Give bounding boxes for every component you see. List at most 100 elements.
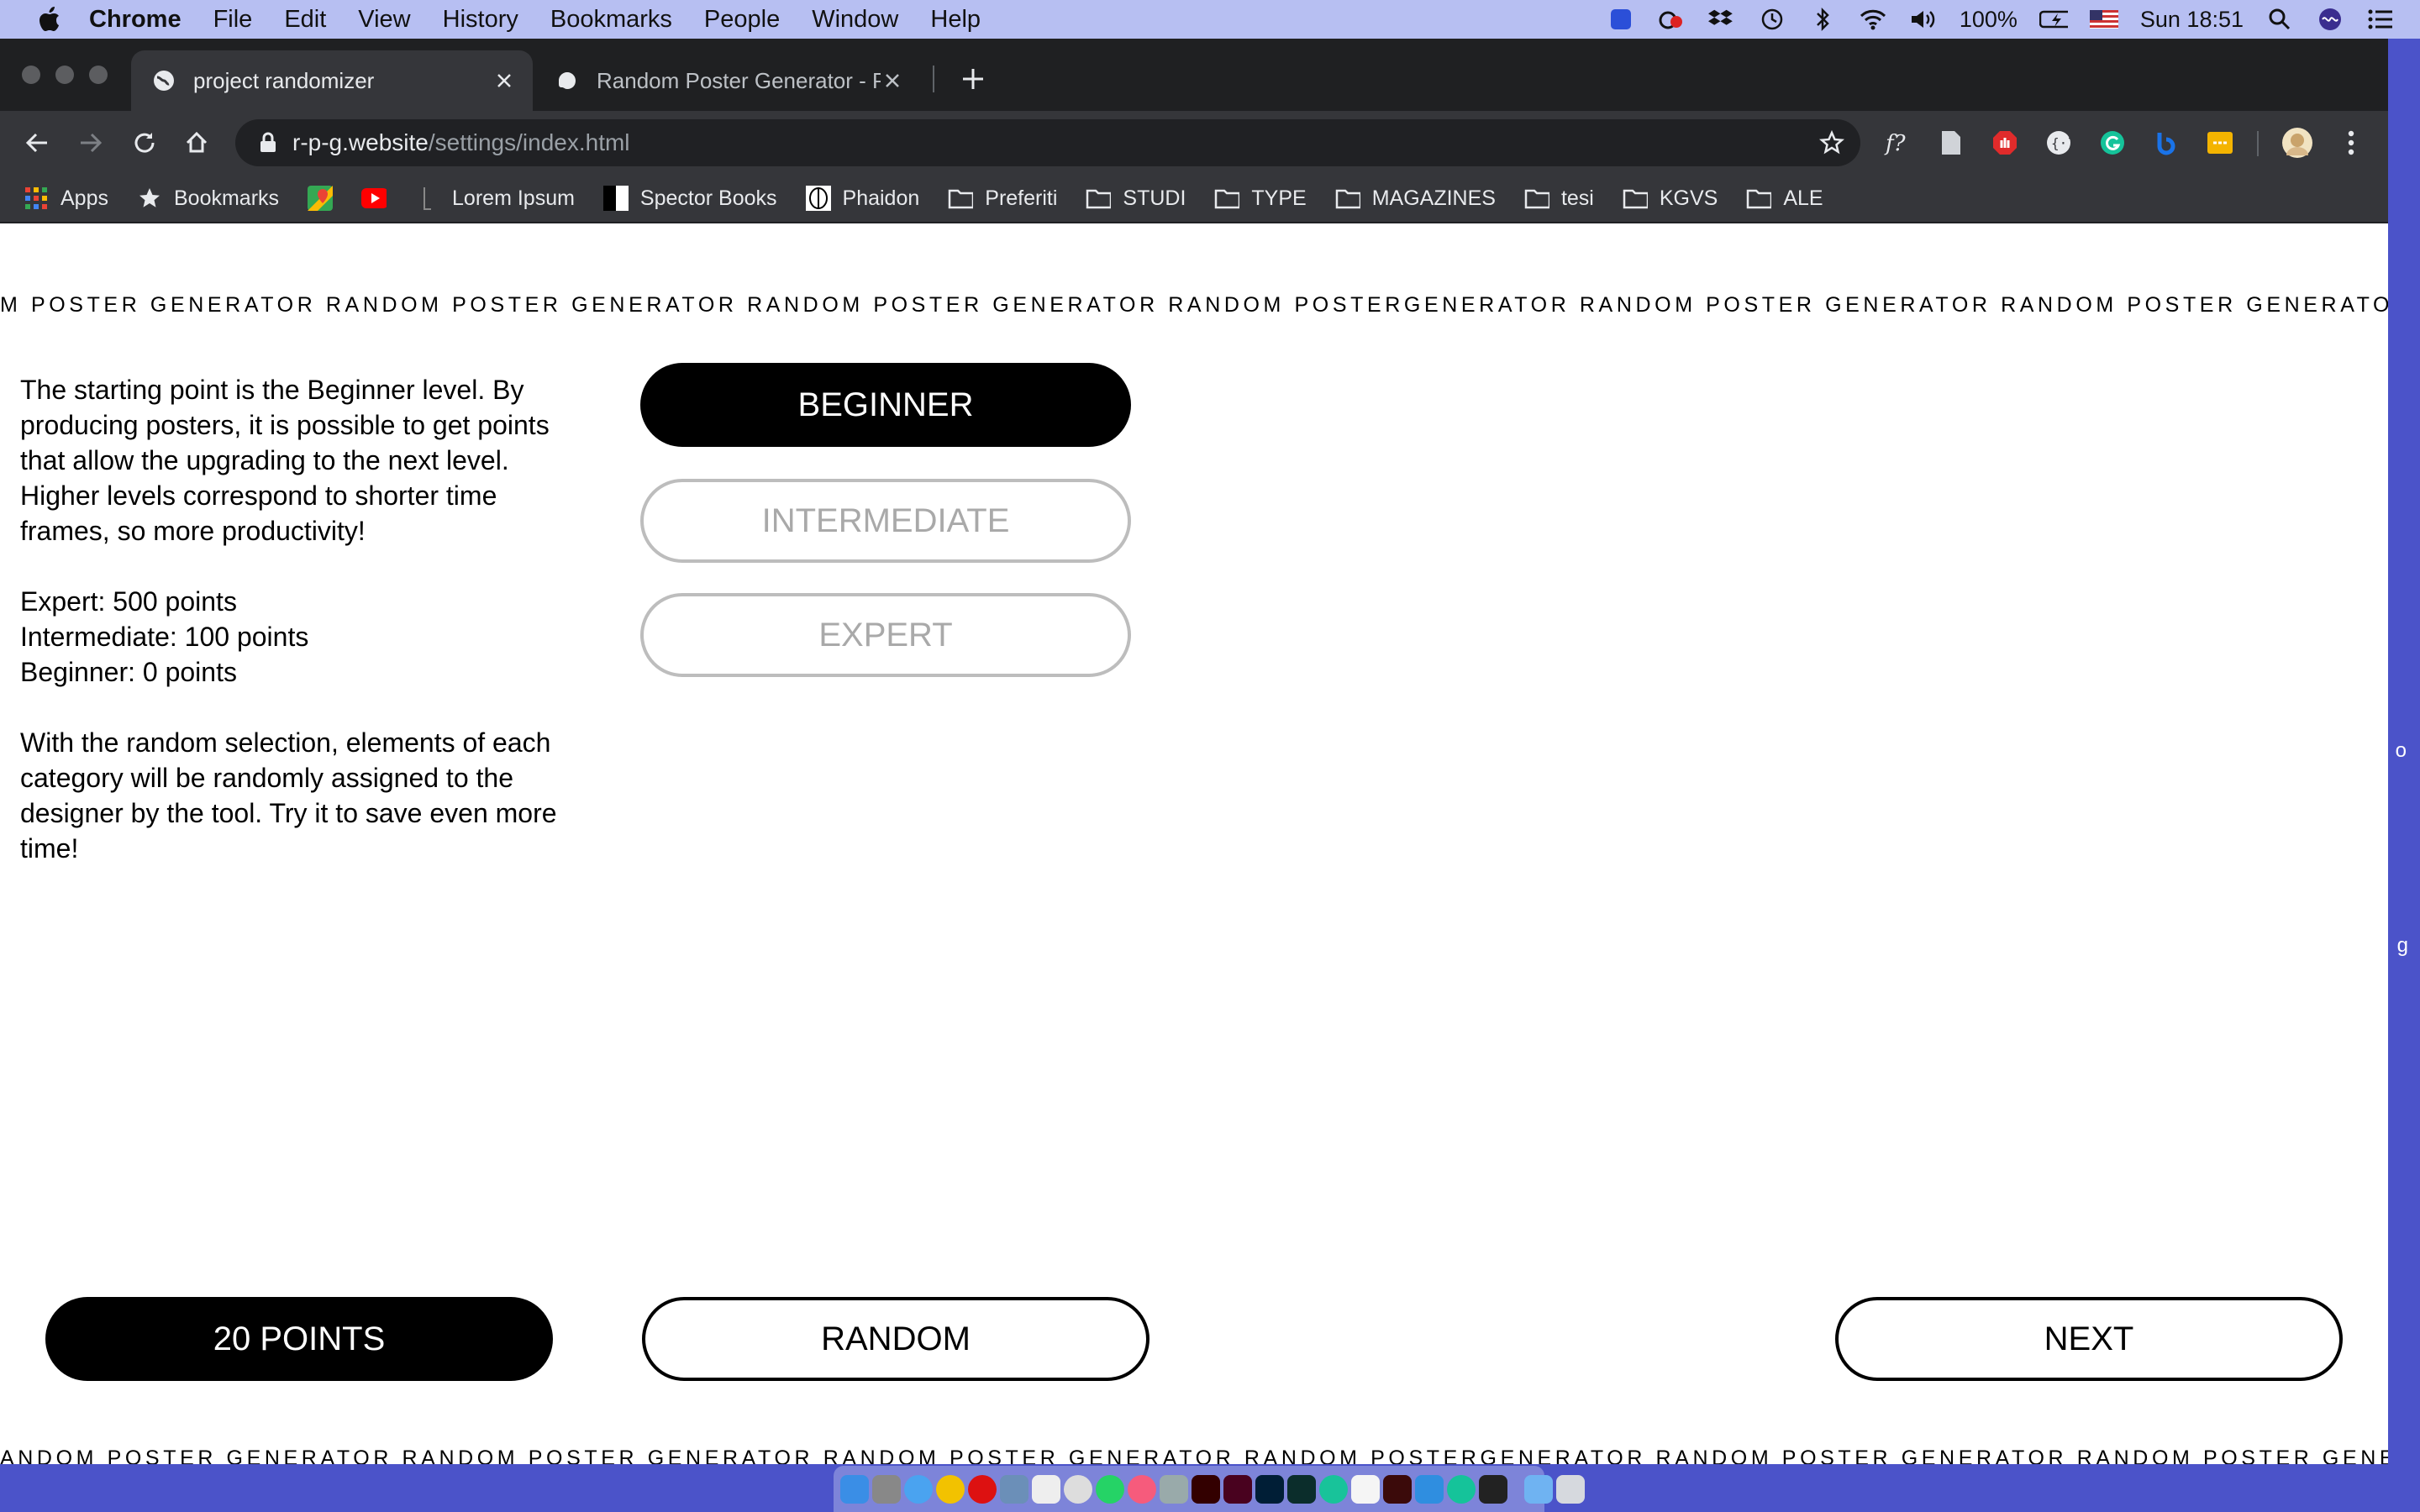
bookmark-spector-books[interactable]: Spector Books [602, 186, 777, 211]
home-button[interactable] [178, 124, 215, 161]
bookmark-folder-studi[interactable]: STUDI [1086, 186, 1186, 211]
acrobat-app-icon[interactable] [1383, 1474, 1412, 1504]
code-extension-icon[interactable]: {·} [2042, 126, 2075, 160]
music-app-icon[interactable] [1128, 1474, 1156, 1504]
chrome-menu-icon[interactable] [2334, 126, 2368, 160]
intermediate-level-button[interactable]: INTERMEDIATE [640, 479, 1131, 563]
finder-app-icon[interactable] [840, 1474, 869, 1504]
points-button[interactable]: 20 POINTS [45, 1297, 553, 1381]
indesign-app-icon[interactable] [1223, 1474, 1252, 1504]
volume-icon[interactable] [1909, 7, 1938, 32]
back-button[interactable] [18, 124, 55, 161]
creative-cloud-icon[interactable] [1657, 7, 1686, 32]
opera-app-icon[interactable] [968, 1474, 997, 1504]
whatsapp-app-icon[interactable] [1096, 1474, 1124, 1504]
vscode-app-icon[interactable] [1415, 1474, 1444, 1504]
folder-icon [1623, 186, 1648, 211]
downloads-folder-icon[interactable] [1524, 1474, 1553, 1504]
bookmark-lorem-ipsum[interactable]: Lorem Ipsum [415, 186, 575, 211]
bookmark-label: STUDI [1123, 186, 1186, 210]
bookmarks-bar: Apps Bookmarks Lorem Ipsum Spector Books… [0, 175, 2388, 223]
bookmark-youtube[interactable] [361, 186, 398, 211]
intermediate-points: Intermediate: 100 points [20, 622, 309, 652]
address-bar[interactable]: r-p-g.website/settings/index.html [235, 119, 1860, 166]
terminal-app-icon[interactable] [1479, 1474, 1507, 1504]
new-tab-button[interactable] [958, 64, 988, 94]
grammarly-app-icon[interactable] [1319, 1474, 1348, 1504]
bluetooth-app-icon[interactable] [1607, 7, 1635, 32]
safari-app-icon[interactable] [904, 1474, 933, 1504]
bookmark-folder-preferiti[interactable]: Preferiti [948, 186, 1057, 211]
trash-icon[interactable] [1556, 1474, 1585, 1504]
random-button[interactable]: RANDOM [642, 1297, 1150, 1381]
bookmark-star-icon[interactable] [1818, 129, 1845, 156]
bookmark-phaidon[interactable]: Phaidon [805, 186, 919, 211]
chrome-app-icon[interactable] [936, 1474, 965, 1504]
next-button[interactable]: NEXT [1835, 1297, 2343, 1381]
bluetooth-icon[interactable] [1808, 7, 1837, 32]
tab-random-poster-generator[interactable]: Random Poster Generator - Po [534, 50, 921, 111]
notification-center-icon[interactable] [2366, 7, 2395, 32]
grammarly-editor-app-icon[interactable] [1447, 1474, 1476, 1504]
bookmark-google-maps[interactable] [308, 186, 345, 211]
dimension-app-icon[interactable] [1287, 1474, 1316, 1504]
clock[interactable]: Sun 18:51 [2140, 7, 2244, 33]
window-close-button[interactable] [22, 66, 40, 84]
bookmark-folder-ale[interactable]: ALE [1746, 186, 1823, 211]
bookmark-folder-tesi[interactable]: tesi [1524, 186, 1594, 211]
forward-button[interactable] [72, 124, 109, 161]
close-icon[interactable] [881, 69, 904, 92]
preview-app-icon[interactable] [1000, 1474, 1028, 1504]
browser-window: project randomizer Random Poster Generat… [0, 39, 2388, 1464]
messages-app-icon[interactable] [1064, 1474, 1092, 1504]
notes-extension-icon[interactable] [2203, 126, 2237, 160]
bookmark-apps[interactable]: Apps [24, 186, 108, 211]
menu-history[interactable]: History [443, 6, 518, 34]
wifi-icon[interactable] [1859, 7, 1887, 32]
document-extension-icon[interactable] [1934, 126, 1968, 160]
grammarly-extension-icon[interactable] [2096, 126, 2129, 160]
system-preferences-app-icon[interactable] [872, 1474, 901, 1504]
bookmark-label: ALE [1783, 186, 1823, 210]
menu-app-name[interactable]: Chrome [89, 6, 182, 34]
siri-icon[interactable] [2316, 7, 2344, 32]
textedit-app-icon[interactable] [1351, 1474, 1380, 1504]
menu-people[interactable]: People [704, 6, 780, 34]
illustrator-app-icon[interactable] [1192, 1474, 1220, 1504]
bookmark-folder-magazines[interactable]: MAGAZINES [1335, 186, 1496, 211]
us-flag-icon[interactable] [2089, 7, 2118, 32]
apple-menu-icon[interactable] [34, 4, 64, 34]
pencil-app-icon[interactable] [1160, 1474, 1188, 1504]
expert-level-button[interactable]: EXPERT [640, 593, 1131, 677]
menu-view[interactable]: View [358, 6, 410, 34]
menu-edit[interactable]: Edit [284, 6, 326, 34]
window-zoom-button[interactable] [89, 66, 108, 84]
bookmark-folder-type[interactable]: TYPE [1214, 186, 1307, 211]
profile-avatar[interactable] [2281, 126, 2314, 160]
calendar-app-icon[interactable] [1032, 1474, 1060, 1504]
font-identifier-extension-icon[interactable]: f? [1881, 126, 1914, 160]
spotlight-search-icon[interactable] [2265, 7, 2294, 32]
adblock-extension-icon[interactable] [1988, 126, 2022, 160]
close-icon[interactable] [492, 69, 516, 92]
tab-project-randomizer[interactable]: project randomizer [131, 50, 533, 111]
bitly-extension-icon[interactable] [2149, 126, 2183, 160]
bookmark-label: Apps [60, 186, 108, 210]
menu-file[interactable]: File [213, 6, 253, 34]
dropbox-icon[interactable] [1707, 7, 1736, 32]
time-machine-icon[interactable] [1758, 7, 1786, 32]
beginner-level-button[interactable]: BEGINNER [640, 363, 1131, 447]
battery-icon[interactable] [2039, 7, 2068, 32]
window-minimize-button[interactable] [55, 66, 74, 84]
menu-window[interactable]: Window [812, 6, 898, 34]
lock-icon[interactable] [255, 130, 281, 155]
menu-help[interactable]: Help [930, 6, 981, 34]
bookmark-folder-kgvs[interactable]: KGVS [1623, 186, 1718, 211]
reload-button[interactable] [126, 124, 163, 161]
bookmark-bookmarks[interactable]: Bookmarks [137, 186, 279, 211]
folder-icon [1524, 186, 1549, 211]
star-icon [137, 186, 162, 211]
photoshop-app-icon[interactable] [1255, 1474, 1284, 1504]
svg-text:f?: f? [1884, 131, 1907, 156]
menu-bookmarks[interactable]: Bookmarks [550, 6, 672, 34]
